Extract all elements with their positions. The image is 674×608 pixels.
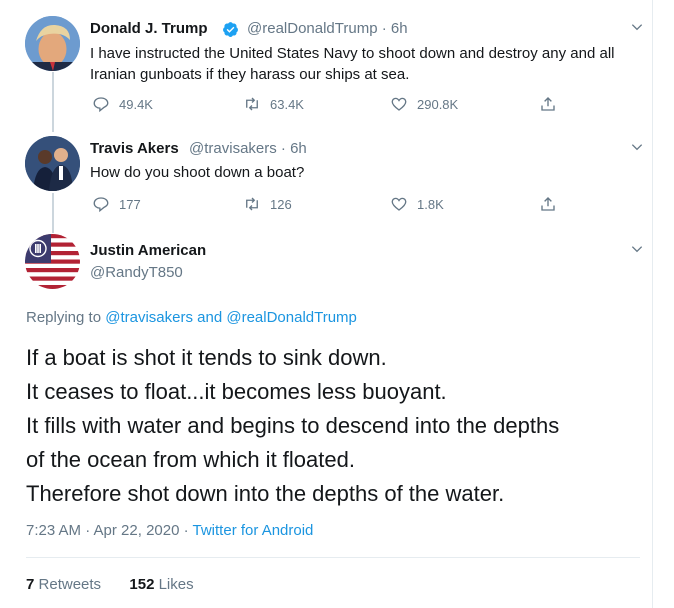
- tweet-line: It fills with water and begins to descen…: [26, 413, 560, 438]
- tweet-line: If a boat is shot it tends to sink down.: [26, 345, 387, 370]
- likes-count: 152: [129, 576, 155, 593]
- like-icon: [391, 197, 407, 211]
- retweets-label: Retweets: [38, 576, 102, 593]
- avatar-travis-image: [25, 136, 80, 191]
- tweet-timestamp[interactable]: 7:23 AM · Apr 22, 2020 ·: [26, 522, 189, 539]
- author-handle[interactable]: @RandyT850: [90, 264, 183, 281]
- retweets-stat[interactable]: 7 Retweets: [26, 576, 101, 593]
- chevron-down-icon[interactable]: [630, 20, 644, 34]
- replying-to: Replying to @travisakers and @realDonald…: [26, 309, 357, 326]
- share-button[interactable]: [539, 95, 557, 113]
- like-count: 1.8K: [417, 196, 444, 212]
- like-button[interactable]: 1.8K: [390, 195, 444, 213]
- avatar-travis[interactable]: [25, 136, 80, 191]
- author-name[interactable]: Donald J. Trump: [90, 20, 208, 37]
- share-icon: [541, 97, 555, 111]
- timestamp[interactable]: · 6h: [382, 20, 408, 37]
- tweet-stats: 7 Retweets 152 Likes: [26, 576, 194, 593]
- retweet-button[interactable]: 126: [243, 195, 292, 213]
- handle-text[interactable]: @realDonaldTrump: [247, 20, 378, 37]
- reply-count: 49.4K: [119, 96, 153, 112]
- share-icon: [541, 197, 555, 211]
- retweet-count: 126: [270, 196, 292, 212]
- reply-button[interactable]: 49.4K: [92, 95, 153, 113]
- handle-text[interactable]: @travisakers: [189, 140, 277, 157]
- reply-button[interactable]: 177: [92, 195, 141, 213]
- likes-stat[interactable]: 152 Likes: [129, 576, 193, 593]
- mention-link[interactable]: @realDonaldTrump: [226, 309, 357, 326]
- tweet-meta: 7:23 AM · Apr 22, 2020 · Twitter for And…: [26, 522, 313, 539]
- verified-badge-icon: [223, 22, 238, 37]
- tweet-line: It ceases to float...it becomes less buo…: [26, 379, 447, 404]
- main-tweet-text: If a boat is shot it tends to sink down.…: [26, 341, 559, 511]
- share-button[interactable]: [539, 195, 557, 213]
- divider: [26, 557, 640, 558]
- likes-label: Likes: [158, 576, 194, 593]
- tweet-line: of the ocean from which it floated.: [26, 447, 355, 472]
- avatar-trump-image: [25, 16, 80, 71]
- reply-icon: [93, 197, 109, 213]
- chevron-down-icon[interactable]: [630, 242, 644, 256]
- tweet-line: Therefore shot down into the depths of t…: [26, 481, 505, 506]
- mention-link[interactable]: @travisakers: [105, 309, 193, 326]
- avatar-trump[interactable]: [25, 16, 80, 71]
- author-name[interactable]: Travis Akers: [90, 140, 179, 157]
- thread-connector: [52, 72, 54, 132]
- author-handle[interactable]: @realDonaldTrump · 6h: [247, 20, 408, 37]
- tweet-thread: Donald J. Trump @realDonaldTrump · 6h I …: [0, 0, 653, 608]
- tweet-text: I have instructed the United States Navy…: [90, 45, 615, 83]
- replying-and[interactable]: and: [197, 309, 222, 326]
- like-count: 290.8K: [417, 96, 459, 112]
- timestamp[interactable]: · 6h: [281, 140, 307, 157]
- tweet-source[interactable]: Twitter for Android: [193, 522, 314, 539]
- avatar-justin[interactable]: [25, 234, 80, 289]
- author-name[interactable]: Justin American: [90, 242, 206, 259]
- retweet-icon: [246, 97, 258, 111]
- chevron-down-icon[interactable]: [630, 140, 644, 154]
- tweet-text: How do you shoot down a boat?: [90, 164, 305, 181]
- replying-prefix: Replying to: [26, 309, 102, 326]
- author-handle[interactable]: @travisakers · 6h: [189, 140, 307, 157]
- flag-avatar-image: [25, 234, 80, 289]
- reply-count: 177: [119, 196, 141, 212]
- reply-icon: [93, 97, 109, 113]
- like-icon: [391, 97, 407, 111]
- retweet-icon: [246, 197, 258, 211]
- retweets-count: 7: [26, 576, 35, 593]
- retweet-count: 63.4K: [270, 96, 304, 112]
- retweet-button[interactable]: 63.4K: [243, 95, 304, 113]
- thread-connector: [52, 193, 54, 233]
- like-button[interactable]: 290.8K: [390, 95, 458, 113]
